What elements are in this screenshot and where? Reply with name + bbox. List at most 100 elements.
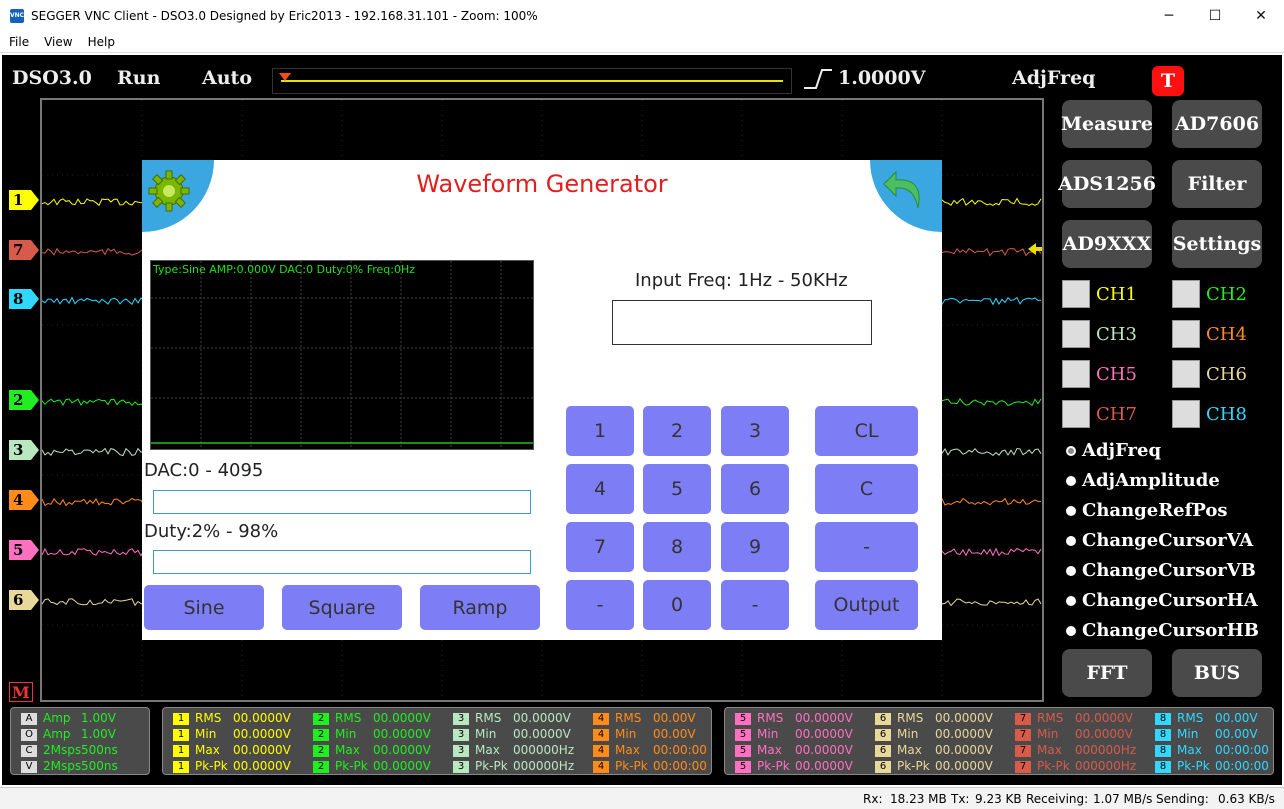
- preview-info: Type:Sine AMP:0.000V DAC:0 Duty:0% Freq:…: [153, 263, 416, 276]
- measure-badge: 4: [593, 712, 609, 725]
- key-1[interactable]: 2: [643, 406, 711, 456]
- key-0[interactable]: 1: [566, 406, 634, 456]
- measure-val: 00.0000V: [795, 711, 853, 725]
- key-4[interactable]: 4: [566, 464, 634, 514]
- radio-changecursorha[interactable]: ChangeCursorHA: [1066, 590, 1258, 611]
- measure-val: 00.0000V: [935, 727, 993, 741]
- checkbox-ch2[interactable]: [1172, 280, 1200, 308]
- measure-button[interactable]: Measure: [1061, 100, 1153, 148]
- radio-label: ChangeCursorVB: [1082, 560, 1256, 581]
- checkbox-ch1[interactable]: [1062, 280, 1090, 308]
- label-ch1: CH1: [1096, 284, 1137, 305]
- channel-marker-3[interactable]: 3: [9, 440, 39, 460]
- measure-val: 00:00:00: [653, 743, 707, 757]
- measure-key: Max: [897, 743, 922, 757]
- settings-button[interactable]: Settings: [1172, 220, 1262, 268]
- channel-marker-6[interactable]: 6: [9, 590, 39, 610]
- filter-button[interactable]: Filter: [1172, 160, 1262, 208]
- acq-key: 2Msps: [43, 759, 82, 773]
- key-10[interactable]: 9: [721, 522, 789, 572]
- bus-button[interactable]: BUS: [1172, 649, 1262, 697]
- t-button[interactable]: T: [1152, 66, 1184, 96]
- key-5[interactable]: 5: [643, 464, 711, 514]
- ramp-button[interactable]: Ramp: [420, 585, 540, 630]
- channel-marker-2[interactable]: 2: [9, 390, 39, 410]
- checkbox-ch3[interactable]: [1062, 320, 1090, 348]
- menu-view[interactable]: View: [44, 35, 72, 49]
- key-15[interactable]: Output: [815, 580, 918, 630]
- trigger-mode[interactable]: Auto: [202, 67, 252, 89]
- ads1256-button[interactable]: ADS1256: [1058, 160, 1156, 208]
- key-7[interactable]: C: [815, 464, 918, 514]
- menu-file[interactable]: File: [9, 35, 29, 49]
- measure-val: 00:00:00: [1215, 743, 1269, 757]
- channel-marker-label: 5: [13, 541, 24, 559]
- freq-input[interactable]: [612, 300, 872, 345]
- vnc-screen[interactable]: DSO3.0 Run Auto 1.0000V AdjFreq T 178234…: [2, 55, 1282, 785]
- radio-adjfreq[interactable]: AdjFreq: [1066, 440, 1161, 461]
- measure-badge: 3: [453, 728, 469, 741]
- measure-val: 00.0000V: [513, 727, 571, 741]
- key-3[interactable]: CL: [815, 406, 918, 456]
- duty-label: Duty:2% - 98%: [144, 521, 279, 542]
- menu-help[interactable]: Help: [88, 35, 115, 49]
- measure-val: 00.0000V: [233, 743, 291, 757]
- measure-row-ch8: 8 Max 00:00:00: [1155, 743, 1269, 757]
- measure-badge: 5: [735, 760, 751, 773]
- window-title: SEGGER VNC Client - DSO3.0 Designed by E…: [31, 8, 538, 23]
- checkbox-ch5[interactable]: [1062, 360, 1090, 388]
- key-14[interactable]: -: [721, 580, 789, 630]
- measure-key: Pk-Pk: [1037, 759, 1070, 773]
- run-state[interactable]: Run: [117, 67, 160, 89]
- measure-val: 00.0000V: [795, 759, 853, 773]
- sine-button[interactable]: Sine: [144, 585, 264, 630]
- preview-grid: [151, 261, 533, 449]
- key-12[interactable]: -: [566, 580, 634, 630]
- trigger-position-marker[interactable]: [279, 73, 291, 81]
- key-8[interactable]: 7: [566, 522, 634, 572]
- close-button[interactable]: ✕: [1238, 0, 1284, 31]
- receiving-label: Receiving:: [1026, 792, 1089, 806]
- measure-badge: 1: [173, 712, 189, 725]
- ad9xxx-button[interactable]: AD9XXX: [1062, 220, 1152, 268]
- measure-badge: 7: [1015, 744, 1031, 757]
- checkbox-ch6[interactable]: [1172, 360, 1200, 388]
- radio-dot: [1066, 565, 1076, 576]
- checkbox-ch8[interactable]: [1172, 400, 1200, 428]
- channel-marker-1[interactable]: 1: [9, 190, 39, 210]
- key-13[interactable]: 0: [643, 580, 711, 630]
- measure-row-ch6: 6 RMS 00.0000V: [875, 711, 993, 725]
- key-6[interactable]: 6: [721, 464, 789, 514]
- radio-adjamplitude[interactable]: AdjAmplitude: [1066, 470, 1220, 491]
- measure-key: Min: [1037, 727, 1059, 741]
- key-11[interactable]: -: [815, 522, 918, 572]
- channel-marker-7[interactable]: 7: [9, 240, 39, 260]
- measure-badge: 6: [875, 760, 891, 773]
- key-2[interactable]: 3: [721, 406, 789, 456]
- ad7606-button[interactable]: AD7606: [1172, 100, 1262, 148]
- info-panel-ch1-4: 1 RMS 00.0000V 1 Min 00.0000V 1 Max 00.0000V 1 Pk-…: [162, 707, 712, 775]
- dac-input[interactable]: [153, 490, 531, 514]
- fft-button[interactable]: FFT: [1062, 649, 1152, 697]
- radio-changecursorvb[interactable]: ChangeCursorVB: [1066, 560, 1256, 581]
- radio-changecursorhb[interactable]: ChangeCursorHB: [1066, 620, 1259, 641]
- minimize-button[interactable]: ─: [1146, 0, 1192, 31]
- radio-changecursorva[interactable]: ChangeCursorVA: [1066, 530, 1253, 551]
- checkbox-ch7[interactable]: [1062, 400, 1090, 428]
- key-9[interactable]: 8: [643, 522, 711, 572]
- measure-key: Pk-Pk: [335, 759, 368, 773]
- channel-marker-8[interactable]: 8: [9, 289, 39, 309]
- trigger-position-bar[interactable]: [272, 68, 792, 94]
- measure-key: Pk-Pk: [475, 759, 508, 773]
- measure-val: 00.0000V: [795, 727, 853, 741]
- channel-marker-4[interactable]: 4: [9, 490, 39, 510]
- duty-input[interactable]: [153, 550, 531, 574]
- radio-changerefpos[interactable]: ChangeRefPos: [1066, 500, 1228, 521]
- measure-val: 000000Hz: [1075, 743, 1137, 757]
- trigger-level[interactable]: 1.0000V: [838, 67, 925, 89]
- math-marker[interactable]: M: [9, 682, 33, 702]
- square-button[interactable]: Square: [282, 585, 402, 630]
- maximize-button[interactable]: ☐: [1192, 0, 1238, 31]
- channel-marker-5[interactable]: 5: [9, 540, 39, 560]
- checkbox-ch4[interactable]: [1172, 320, 1200, 348]
